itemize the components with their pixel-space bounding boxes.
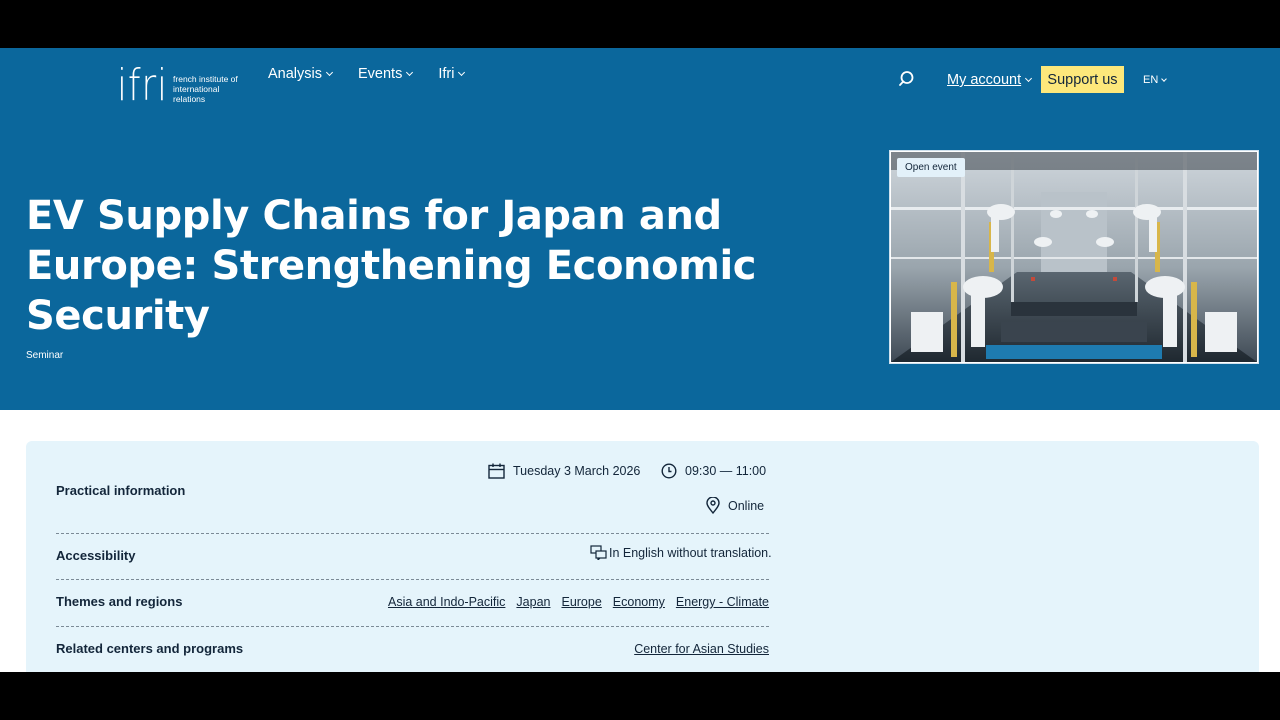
accessibility-value: In English without translation. xyxy=(590,545,772,560)
divider xyxy=(56,579,769,580)
event-location-text: Online xyxy=(728,498,765,513)
accessibility-text: In English without translation. xyxy=(609,545,772,560)
my-account-label: My account xyxy=(947,72,1022,88)
event-type: Seminar xyxy=(26,350,64,361)
language-selector[interactable]: EN xyxy=(1143,74,1168,86)
tag-economy[interactable]: Economy xyxy=(613,595,665,609)
chevron-down-icon xyxy=(325,68,334,77)
event-date: Tuesday 3 March 2026 xyxy=(488,463,640,479)
event-location: Online xyxy=(706,497,764,514)
event-image xyxy=(889,150,1259,364)
calendar-icon xyxy=(488,463,505,479)
location-pin-icon xyxy=(706,497,720,514)
tag-europe[interactable]: Europe xyxy=(561,595,601,609)
themes-label: Themes and regions xyxy=(56,594,183,609)
page: ifri french institute of international r… xyxy=(0,48,1280,672)
event-time-text: 09:30 — 11:00 xyxy=(685,464,767,478)
divider xyxy=(56,533,769,534)
language-label: EN xyxy=(1143,74,1159,86)
chevron-down-icon xyxy=(458,68,466,77)
tag-energy-climate[interactable]: Energy - Climate xyxy=(676,595,769,609)
accessibility-label: Accessibility xyxy=(56,548,136,563)
nav-events-label: Events xyxy=(358,66,403,82)
nav-ifri[interactable]: Ifri xyxy=(438,66,466,82)
nav-ifri-label: Ifri xyxy=(438,66,455,82)
centers-tags: Center for Asian Studies xyxy=(634,642,769,656)
my-account-link[interactable]: My account xyxy=(947,72,1033,88)
logo-tagline: french institute of international relati… xyxy=(173,74,238,104)
themes-tags: Asia and Indo-Pacific Japan Europe Econo… xyxy=(388,595,769,609)
chevron-down-icon xyxy=(1025,74,1033,83)
tag-japan[interactable]: Japan xyxy=(516,595,550,609)
logo-mark: ifri xyxy=(117,60,168,111)
event-date-text: Tuesday 3 March 2026 xyxy=(513,464,641,478)
main-nav: Analysis Events Ifri xyxy=(268,66,466,82)
nav-analysis[interactable]: Analysis xyxy=(268,66,334,82)
chevron-down-icon xyxy=(406,68,414,77)
event-time: 09:30 — 11:00 xyxy=(661,463,766,479)
nav-analysis-label: Analysis xyxy=(268,66,322,82)
centers-label: Related centers and programs xyxy=(56,641,244,656)
page-title: EV Supply Chains for Japan and Europe: S… xyxy=(26,193,757,339)
practical-info-card: Practical information Tuesday 3 March 20… xyxy=(26,441,1259,672)
translation-icon xyxy=(590,545,607,560)
clock-icon xyxy=(661,463,677,479)
tag-asia-indo-pacific[interactable]: Asia and Indo-Pacific xyxy=(388,595,505,609)
ifri-logo[interactable]: ifri french institute of international r… xyxy=(117,64,243,108)
tag-center-asian-studies[interactable]: Center for Asian Studies xyxy=(634,642,769,656)
support-us-button[interactable]: Support us xyxy=(1041,66,1124,93)
nav-events[interactable]: Events xyxy=(358,66,414,82)
practical-info-label: Practical information xyxy=(56,483,186,498)
divider xyxy=(56,626,769,627)
search-icon[interactable] xyxy=(899,70,917,88)
factory-robots-image xyxy=(891,152,1257,362)
hero-banner: ifri french institute of international r… xyxy=(0,48,1280,410)
chevron-down-icon xyxy=(1161,75,1168,82)
open-event-badge: Open event xyxy=(897,158,965,177)
